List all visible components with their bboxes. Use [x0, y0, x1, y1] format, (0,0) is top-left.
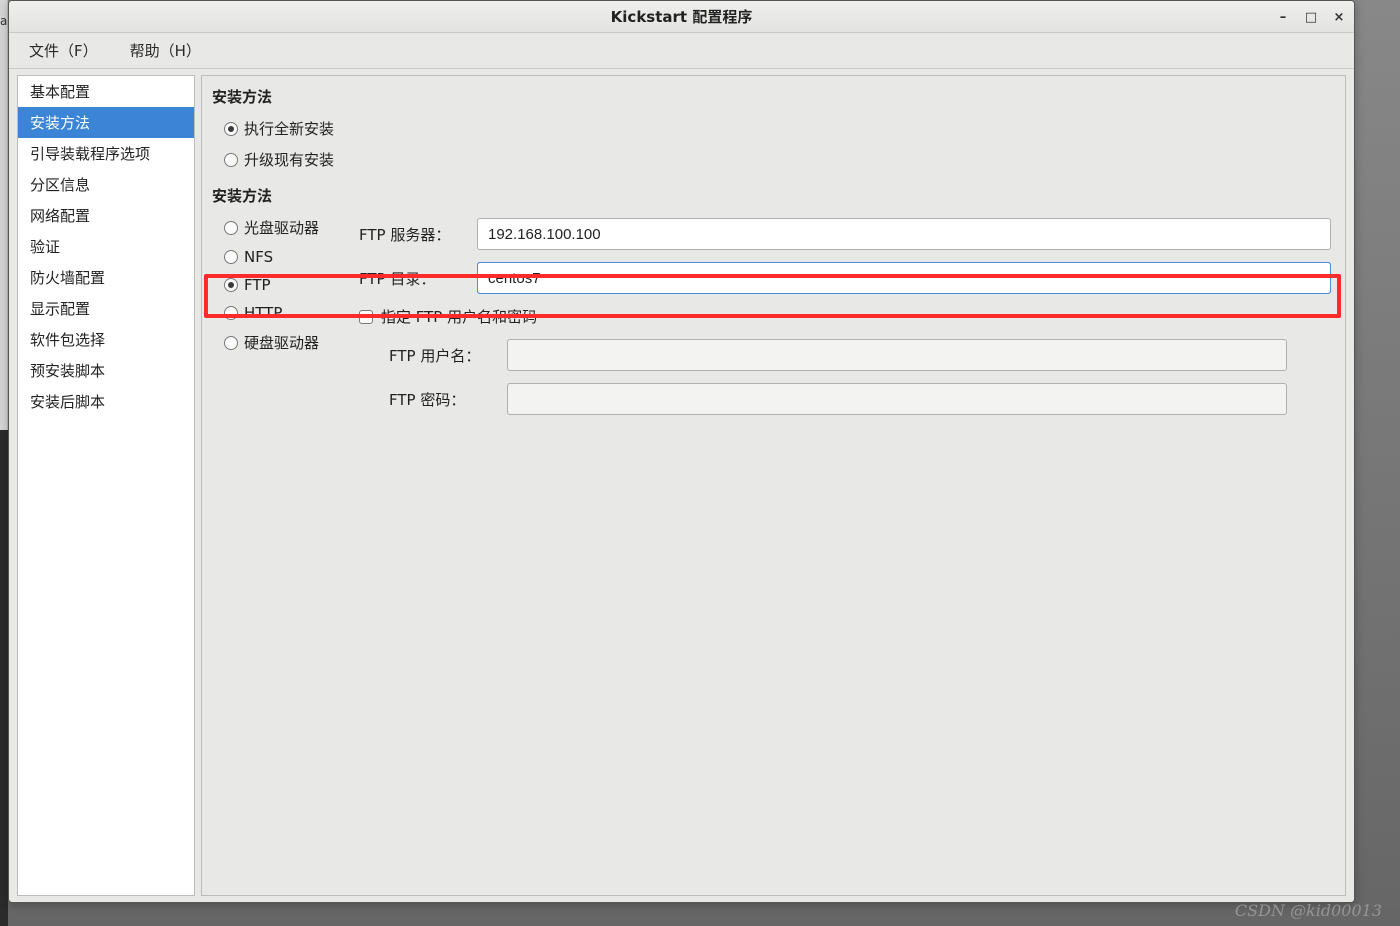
minimize-icon[interactable]: –	[1276, 10, 1290, 24]
window-title: Kickstart 配置程序	[611, 6, 753, 27]
menubar: 文件（F） 帮助（H）	[9, 33, 1354, 69]
watermark: CSDN @kid00013	[1235, 901, 1382, 920]
sidebar: 基本配置 安装方法 引导装载程序选项 分区信息 网络配置 验证 防火墙配置 显示…	[17, 75, 195, 896]
sidebar-item-firewall[interactable]: 防火墙配置	[18, 262, 194, 293]
menu-file[interactable]: 文件（F）	[27, 36, 100, 65]
radio-hdd[interactable]: 硬盘驱动器	[212, 327, 355, 358]
ftp-server-input[interactable]	[477, 218, 1331, 250]
maximize-icon[interactable]: □	[1304, 10, 1318, 24]
close-icon[interactable]: ×	[1332, 10, 1346, 24]
sidebar-item-pre-script[interactable]: 预安装脚本	[18, 355, 194, 386]
ftp-user-input	[507, 339, 1287, 371]
radio-upgrade-install[interactable]: 升级现有安装	[212, 144, 1335, 175]
desktop-left-strip-dark	[0, 430, 8, 926]
sidebar-item-display[interactable]: 显示配置	[18, 293, 194, 324]
radio-icon	[224, 336, 238, 350]
annotation-highlight-box	[204, 274, 1341, 318]
sidebar-item-partition[interactable]: 分区信息	[18, 169, 194, 200]
radio-icon	[224, 250, 238, 264]
radio-icon	[224, 221, 238, 235]
ftp-user-label: FTP 用户名：	[389, 345, 499, 366]
radio-fresh-install[interactable]: 执行全新安装	[212, 113, 1335, 144]
radio-label: 硬盘驱动器	[244, 332, 319, 353]
radio-label: 升级现有安装	[244, 149, 334, 170]
radio-label: 执行全新安装	[244, 118, 334, 139]
radio-label: NFS	[244, 248, 273, 266]
sidebar-item-basic[interactable]: 基本配置	[18, 76, 194, 107]
section-install-type-title: 安装方法	[212, 86, 1335, 107]
sidebar-item-install-method[interactable]: 安装方法	[18, 107, 194, 138]
radio-icon	[224, 122, 238, 136]
sidebar-item-post-script[interactable]: 安装后脚本	[18, 386, 194, 417]
ftp-pass-label: FTP 密码：	[389, 389, 499, 410]
sidebar-item-bootloader[interactable]: 引导装载程序选项	[18, 138, 194, 169]
radio-cdrom[interactable]: 光盘驱动器	[212, 212, 355, 243]
sidebar-item-network[interactable]: 网络配置	[18, 200, 194, 231]
section-method-title: 安装方法	[212, 185, 1335, 206]
kickstart-window: Kickstart 配置程序 – □ × 文件（F） 帮助（H） 基本配置 安装…	[8, 0, 1355, 903]
radio-nfs[interactable]: NFS	[212, 243, 355, 271]
menu-help[interactable]: 帮助（H）	[128, 36, 203, 65]
radio-icon	[224, 153, 238, 167]
sidebar-item-auth[interactable]: 验证	[18, 231, 194, 262]
titlebar[interactable]: Kickstart 配置程序 – □ ×	[9, 1, 1354, 33]
radio-label: 光盘驱动器	[244, 217, 319, 238]
content-pane: 安装方法 执行全新安装 升级现有安装 安装方法 光盘驱动器	[201, 75, 1346, 896]
ftp-pass-input	[507, 383, 1287, 415]
sidebar-item-packages[interactable]: 软件包选择	[18, 324, 194, 355]
desktop-left-strip-light	[0, 0, 8, 430]
ftp-server-label: FTP 服务器：	[359, 224, 469, 245]
